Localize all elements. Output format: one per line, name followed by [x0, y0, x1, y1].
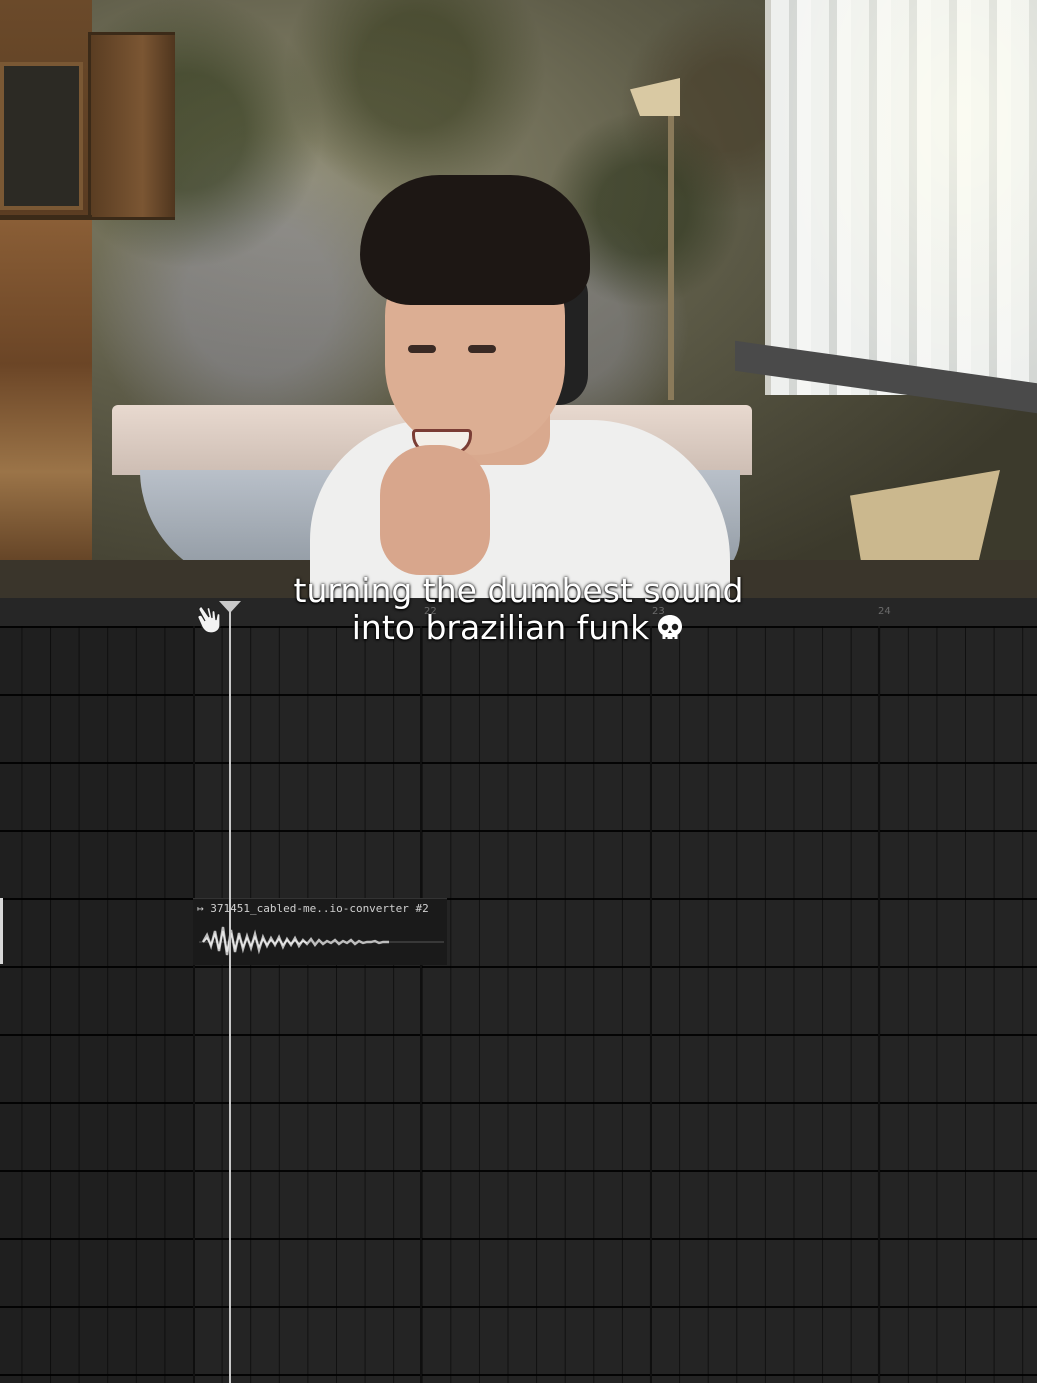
- bar-line: [878, 626, 880, 1383]
- caption-line-1: turning the dumbest sound: [293, 571, 744, 610]
- playlist-panel[interactable]: 22 23 24 ↦ 371451_cabled-me..io-converte…: [0, 598, 1037, 1383]
- caption-line-2-wrap: into brazilian funk: [0, 609, 1037, 646]
- streamer: [300, 175, 740, 598]
- clip-title[interactable]: ↦ 371451_cabled-me..io-converter #2: [197, 901, 447, 917]
- webcam-video: [0, 0, 1037, 598]
- caption-line-2: into brazilian funk: [351, 608, 650, 647]
- skull-icon: [658, 615, 683, 639]
- prior-region-shade: [0, 626, 193, 1383]
- selected-track-marker: [0, 898, 3, 964]
- video-caption: turning the dumbest sound into brazilian…: [0, 572, 1037, 646]
- audio-clip[interactable]: ↦ 371451_cabled-me..io-converter #2: [193, 898, 447, 965]
- bar-line: [420, 626, 422, 1383]
- bar-line: [193, 626, 195, 1383]
- bar-line: [650, 626, 652, 1383]
- playhead-line[interactable]: [229, 605, 231, 1383]
- audio-waveform: [199, 926, 444, 956]
- curtained-window: [765, 0, 1037, 395]
